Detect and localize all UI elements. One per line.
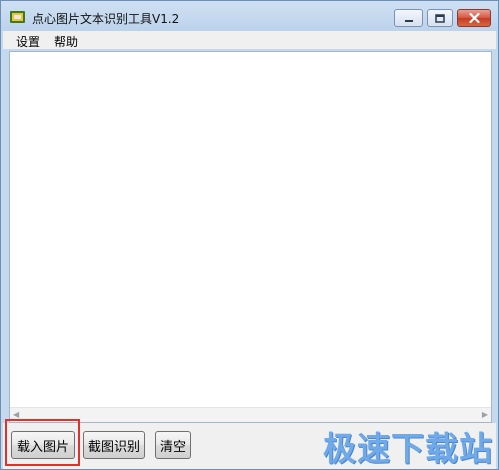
minimize-button[interactable] [394,9,423,27]
result-text-area[interactable]: ◀ ▶ [9,51,492,423]
maximize-icon [435,11,445,26]
title-bar[interactable]: 点心图片文本识别工具V1.2 [1,1,498,31]
close-icon [468,11,480,26]
screenshot-ocr-button[interactable]: 截图识别 [83,431,145,459]
clear-button[interactable]: 清空 [155,431,191,459]
menu-bar: 设置 帮助 [3,31,496,49]
horizontal-scrollbar[interactable]: ◀ ▶ [10,407,491,422]
minimize-icon [404,11,414,26]
scroll-right-icon[interactable]: ▶ [482,411,488,419]
watermark-logo: 极速下载站 [323,429,493,468]
menu-help[interactable]: 帮助 [51,33,81,50]
maximize-button[interactable] [427,9,453,27]
app-window: 点心图片文本识别工具V1.2 设置 帮助 ◀ ▶ 载入图片 截图识别 清空 极速… [0,0,499,470]
close-button[interactable] [457,9,491,27]
app-icon [10,11,25,23]
window-title: 点心图片文本识别工具V1.2 [32,12,180,26]
menu-settings[interactable]: 设置 [13,33,43,50]
highlight-box [5,419,80,466]
scroll-left-icon[interactable]: ◀ [13,411,19,419]
